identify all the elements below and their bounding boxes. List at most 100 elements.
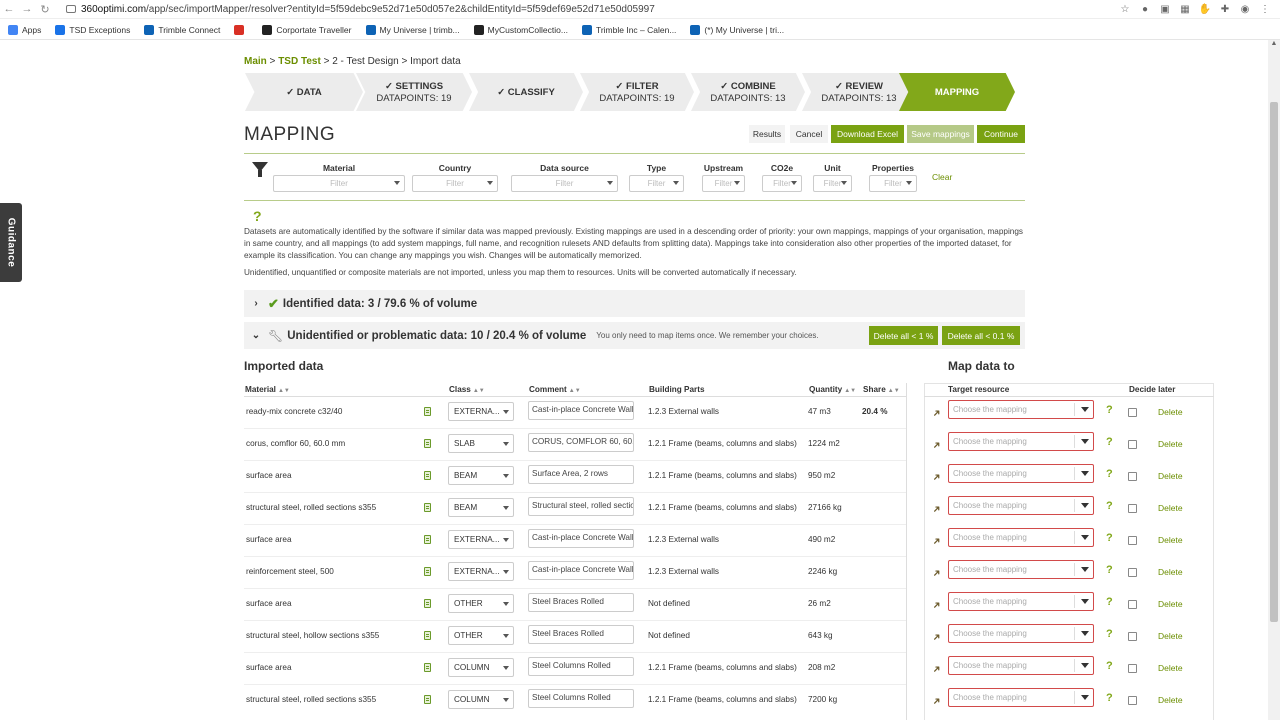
extension-icon[interactable]: ✋ <box>1198 2 1212 16</box>
filter-select[interactable]: Filter <box>273 175 405 192</box>
bookmark-item[interactable]: Apps <box>8 24 41 35</box>
document-icon[interactable] <box>424 663 431 672</box>
comment-input[interactable]: Cast-in-place Concrete Wall <box>528 529 634 548</box>
bookmark-item[interactable]: Trimble Inc – Calen... <box>581 24 676 35</box>
bookmark-item[interactable]: My Universe | trimb... <box>365 24 460 35</box>
delete-link[interactable]: Delete <box>1158 695 1183 705</box>
extension-icon[interactable]: ● <box>1138 2 1152 16</box>
filter-select[interactable]: Filter <box>511 175 618 192</box>
delete-all-01-button[interactable]: Delete all < 0.1 % <box>942 326 1020 345</box>
decide-later-checkbox[interactable] <box>1128 408 1137 417</box>
comment-input[interactable]: Structural steel, rolled sections <box>528 497 634 516</box>
class-select[interactable]: BEAM <box>448 466 514 485</box>
breadcrumb-project[interactable]: TSD Test <box>278 56 321 67</box>
clear-filters-link[interactable]: Clear <box>932 172 952 182</box>
mapping-select[interactable]: Choose the mapping <box>948 656 1094 675</box>
help-icon[interactable]: ? <box>1106 692 1113 704</box>
comment-input[interactable]: Steel Braces Rolled <box>528 593 634 612</box>
mapping-select[interactable]: Choose the mapping <box>948 624 1094 643</box>
breadcrumb-main[interactable]: Main <box>244 56 267 67</box>
comment-input[interactable]: Steel Columns Rolled <box>528 689 634 708</box>
delete-link[interactable]: Delete <box>1158 599 1183 609</box>
star-icon[interactable]: ☆ <box>1118 2 1132 16</box>
decide-later-checkbox[interactable] <box>1128 600 1137 609</box>
puzzle-icon[interactable]: ✚ <box>1218 2 1232 16</box>
extension-icon[interactable]: ▣ <box>1158 2 1172 16</box>
col-share[interactable]: Share ▲▼ <box>863 385 900 394</box>
guidance-tab[interactable]: Guidance <box>0 203 22 282</box>
help-icon[interactable]: ? <box>1106 628 1113 640</box>
document-icon[interactable] <box>424 535 431 544</box>
filter-select[interactable]: Filter <box>762 175 802 192</box>
delete-link[interactable]: Delete <box>1158 535 1183 545</box>
document-icon[interactable] <box>424 599 431 608</box>
bookmark-item[interactable]: MyCustomCollectio... <box>473 24 568 35</box>
reload-icon[interactable]: ↻ <box>36 3 54 16</box>
decide-later-checkbox[interactable] <box>1128 696 1137 705</box>
filter-select[interactable]: Filter <box>629 175 684 192</box>
decide-later-checkbox[interactable] <box>1128 440 1137 449</box>
address-bar[interactable]: ← → ↻ 360optimi.com/app/sec/importMapper… <box>0 0 1280 19</box>
class-select[interactable]: COLUMN <box>448 690 514 709</box>
bookmark-item[interactable] <box>234 24 248 35</box>
help-icon[interactable]: ? <box>1106 532 1113 544</box>
delete-all-1-button[interactable]: Delete all < 1 % <box>869 326 938 345</box>
step-7[interactable]: MAPPING <box>899 73 1015 111</box>
mapping-select[interactable]: Choose the mapping <box>948 688 1094 707</box>
mapping-select[interactable]: Choose the mapping <box>948 464 1094 483</box>
menu-icon[interactable]: ⋮ <box>1258 2 1272 16</box>
cancel-button[interactable]: Cancel <box>790 125 828 143</box>
decide-later-checkbox[interactable] <box>1128 632 1137 641</box>
step-6[interactable]: ✓ REVIEW DATAPOINTS: 13 <box>802 73 916 111</box>
col-class[interactable]: Class ▲▼ <box>449 385 485 394</box>
step-2[interactable]: ✓ SETTINGS DATAPOINTS: 19 <box>356 73 472 111</box>
class-select[interactable]: SLAB <box>448 434 514 453</box>
decide-later-checkbox[interactable] <box>1128 568 1137 577</box>
comment-input[interactable]: Steel Columns Rolled <box>528 657 634 676</box>
help-icon[interactable]: ? <box>253 208 262 224</box>
scrollbar-thumb[interactable] <box>1270 102 1278 622</box>
extension-icon[interactable]: ▦ <box>1178 2 1192 16</box>
class-select[interactable]: COLUMN <box>448 658 514 677</box>
decide-later-checkbox[interactable] <box>1128 472 1137 481</box>
forward-icon[interactable]: → <box>18 3 36 15</box>
mapping-select[interactable]: Choose the mapping <box>948 496 1094 515</box>
help-icon[interactable]: ? <box>1106 500 1113 512</box>
delete-link[interactable]: Delete <box>1158 439 1183 449</box>
breadcrumb-design[interactable]: 2 - Test Design <box>332 56 399 67</box>
help-icon[interactable]: ? <box>1106 564 1113 576</box>
delete-link[interactable]: Delete <box>1158 631 1183 641</box>
col-comment[interactable]: Comment ▲▼ <box>529 385 581 394</box>
document-icon[interactable] <box>424 439 431 448</box>
delete-link[interactable]: Delete <box>1158 471 1183 481</box>
comment-input[interactable]: Cast-in-place Concrete Wall <box>528 401 634 420</box>
back-icon[interactable]: ← <box>0 3 18 15</box>
help-icon[interactable]: ? <box>1106 436 1113 448</box>
decide-later-checkbox[interactable] <box>1128 664 1137 673</box>
decide-later-checkbox[interactable] <box>1128 536 1137 545</box>
bookmark-item[interactable]: (*) My Universe | tri... <box>690 24 784 35</box>
help-icon[interactable]: ? <box>1106 596 1113 608</box>
document-icon[interactable] <box>424 631 431 640</box>
col-material[interactable]: Material ▲▼ <box>245 385 290 394</box>
avatar[interactable]: ◉ <box>1238 2 1252 16</box>
bookmark-item[interactable]: TSD Exceptions <box>55 24 130 35</box>
delete-link[interactable]: Delete <box>1158 567 1183 577</box>
download-excel-button[interactable]: Download Excel <box>831 125 904 143</box>
delete-link[interactable]: Delete <box>1158 503 1183 513</box>
mapping-select[interactable]: Choose the mapping <box>948 528 1094 547</box>
class-select[interactable]: EXTERNA... <box>448 402 514 421</box>
help-icon[interactable]: ? <box>1106 468 1113 480</box>
comment-input[interactable]: CORUS, COMFLOR 60, 60.0 <box>528 433 634 452</box>
comment-input[interactable]: Steel Braces Rolled <box>528 625 634 644</box>
document-icon[interactable] <box>424 503 431 512</box>
scroll-up-icon[interactable]: ▲ <box>1268 40 1280 52</box>
filter-select[interactable]: Filter <box>813 175 852 192</box>
class-select[interactable]: EXTERNA... <box>448 530 514 549</box>
identified-data-accordion[interactable]: › ✔ Identified data: 3 / 79.6 % of volum… <box>244 290 1025 317</box>
bookmark-item[interactable]: Trimble Connect <box>144 24 220 35</box>
url-text[interactable]: 360optimi.com/app/sec/importMapper/resol… <box>81 4 655 15</box>
document-icon[interactable] <box>424 695 431 704</box>
class-select[interactable]: OTHER <box>448 594 514 613</box>
step-1[interactable]: ✓ DATA <box>245 73 363 111</box>
